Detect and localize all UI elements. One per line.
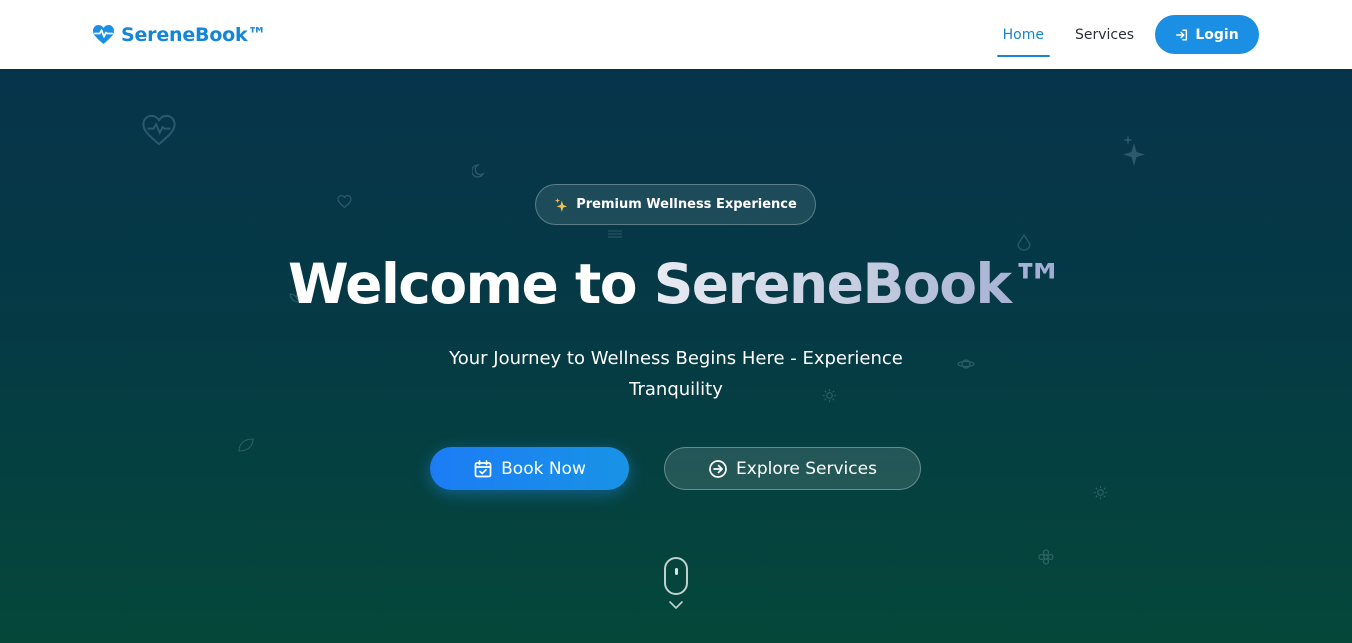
premium-badge: Premium Wellness Experience [535, 184, 816, 225]
chevron-down-icon [669, 601, 683, 609]
book-now-label: Book Now [501, 458, 586, 479]
heart-deco-icon [337, 195, 352, 208]
leaf-deco-icon [237, 437, 255, 453]
login-label: Login [1195, 26, 1239, 43]
mouse-scroll-icon[interactable] [664, 557, 688, 595]
nav-home-link[interactable]: Home [992, 19, 1055, 57]
hero-title-welcome: Welcome to [287, 252, 638, 316]
navbar: SereneBook™ Home Services Login [0, 0, 1352, 69]
sparkle-icon [555, 197, 568, 212]
brand-name: SereneBook™ [121, 23, 267, 46]
book-now-button[interactable]: Book Now [430, 447, 629, 490]
login-button[interactable]: Login [1155, 15, 1259, 54]
sparkles-deco-icon [1120, 135, 1148, 167]
flower-deco-icon [1038, 549, 1054, 565]
hero-section: Premium Wellness Experience Welcome to S… [0, 69, 1352, 643]
calendar-check-icon [474, 459, 492, 477]
lines-deco-icon [607, 229, 623, 239]
hero-title-brand: SereneBook™ [653, 252, 1066, 316]
hero-title: Welcome to SereneBook™ [0, 249, 1352, 319]
moon-stars-deco-icon [472, 162, 488, 178]
planet-deco-icon [957, 357, 975, 371]
scroll-wheel-dot [675, 568, 678, 575]
brand-logo[interactable]: SereneBook™ [92, 24, 266, 46]
explore-services-label: Explore Services [736, 458, 877, 479]
sign-in-icon [1176, 28, 1188, 41]
hero-subtitle: Your Journey to Wellness Begins Here - E… [449, 348, 903, 400]
explore-services-button[interactable]: Explore Services [664, 447, 921, 490]
nav-links: Home Services Login [992, 15, 1259, 57]
nav-services-link[interactable]: Services [1064, 19, 1145, 51]
heart-pulse-icon [93, 24, 114, 45]
heart-pulse-deco-icon [142, 114, 176, 146]
sun-small-deco-icon [1093, 485, 1108, 500]
arrow-circle-right-icon [709, 459, 727, 478]
badge-text: Premium Wellness Experience [576, 197, 797, 212]
